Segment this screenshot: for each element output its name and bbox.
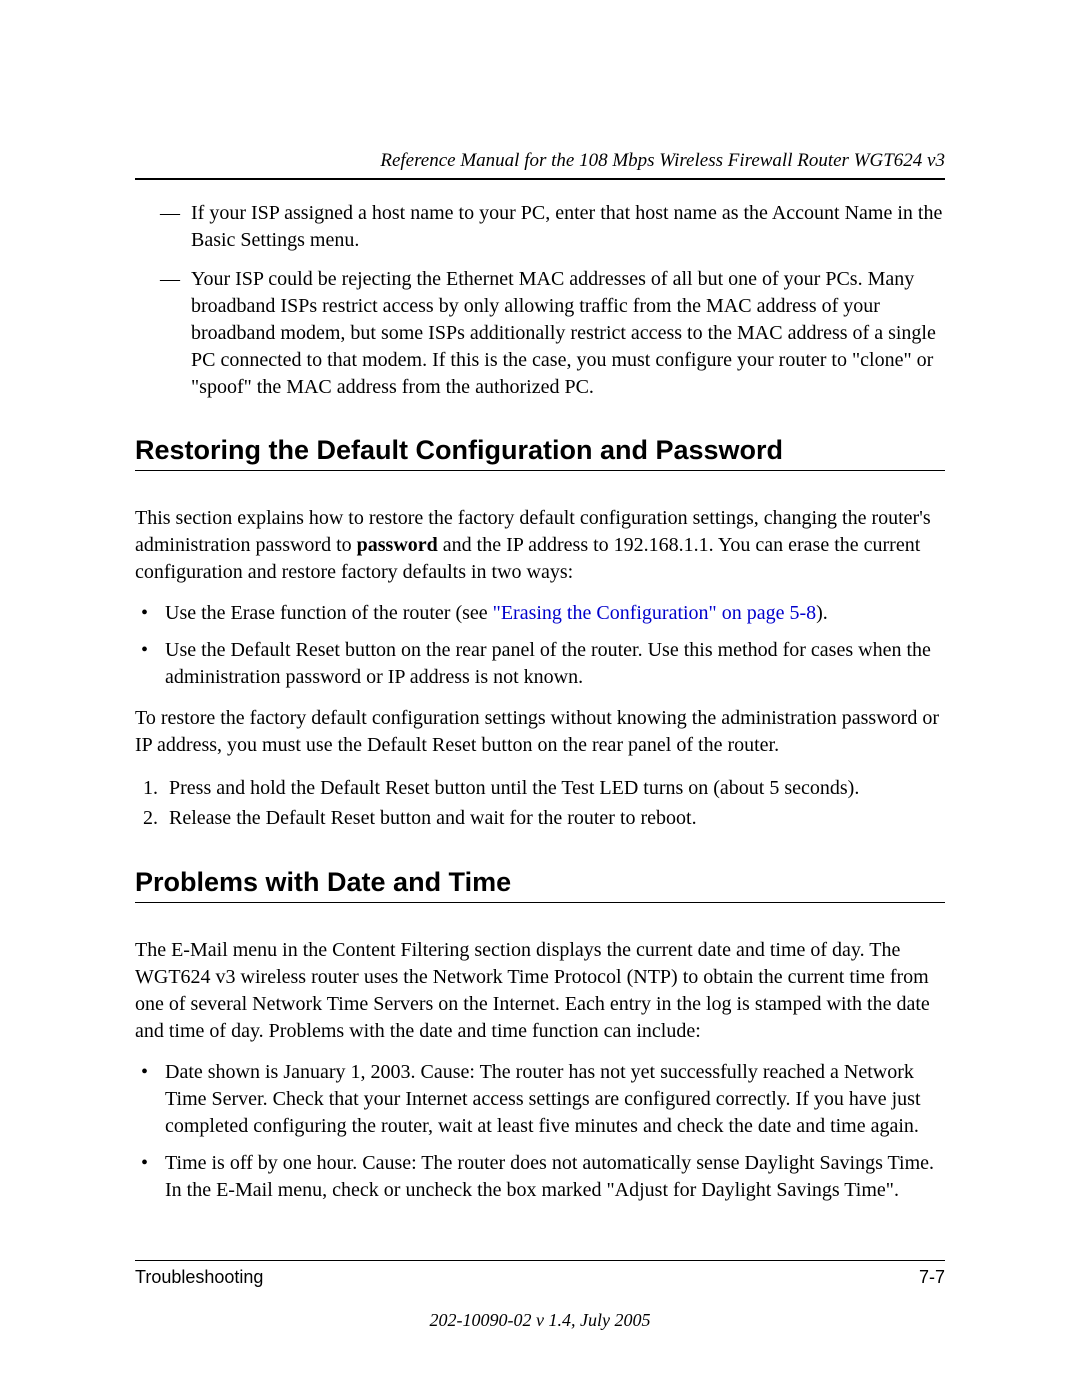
dash-item: Your ISP could be rejecting the Ethernet… [135,266,945,401]
bold-text: password [357,534,438,556]
section-heading-restoring: Restoring the Default Configuration and … [135,435,945,466]
bullet-list: Use the Erase function of the router (se… [135,600,945,691]
step-item: Release the Default Reset button and wai… [163,803,945,833]
text-run: Use the Default Reset button on the rear… [165,639,931,688]
dash-item: If your ISP assigned a host name to your… [135,200,945,254]
body-paragraph: This section explains how to restore the… [135,505,945,586]
text-run: Use the Erase function of the router (se… [165,602,493,624]
footer-version: 202-10090-02 v 1.4, July 2005 [135,1310,945,1331]
dash-list: If your ISP assigned a host name to your… [135,200,945,401]
footer-rule [135,1260,945,1261]
document-page: Reference Manual for the 108 Mbps Wirele… [0,0,1080,1397]
section-heading-date-time: Problems with Date and Time [135,867,945,898]
body-paragraph: To restore the factory default configura… [135,705,945,759]
section-rule [135,902,945,903]
page-footer: Troubleshooting 7-7 202-10090-02 v 1.4, … [135,1260,945,1331]
section-rule [135,470,945,471]
numbered-steps: Press and hold the Default Reset button … [135,773,945,833]
bullet-item: Use the Erase function of the router (se… [135,600,945,627]
bullet-item: Time is off by one hour. Cause: The rout… [135,1150,945,1204]
text-run: ). [816,602,828,624]
footer-chapter: Troubleshooting [135,1267,263,1288]
footer-page-number: 7-7 [919,1267,945,1288]
bullet-list: Date shown is January 1, 2003. Cause: Th… [135,1059,945,1204]
running-header: Reference Manual for the 108 Mbps Wirele… [135,150,945,172]
body-paragraph: The E-Mail menu in the Content Filtering… [135,937,945,1045]
cross-reference-link[interactable]: "Erasing the Configuration" on page 5-8 [493,602,816,624]
step-item: Press and hold the Default Reset button … [163,773,945,803]
bullet-item: Date shown is January 1, 2003. Cause: Th… [135,1059,945,1140]
footer-row: Troubleshooting 7-7 [135,1267,945,1288]
header-rule [135,178,945,180]
bullet-item: Use the Default Reset button on the rear… [135,637,945,691]
